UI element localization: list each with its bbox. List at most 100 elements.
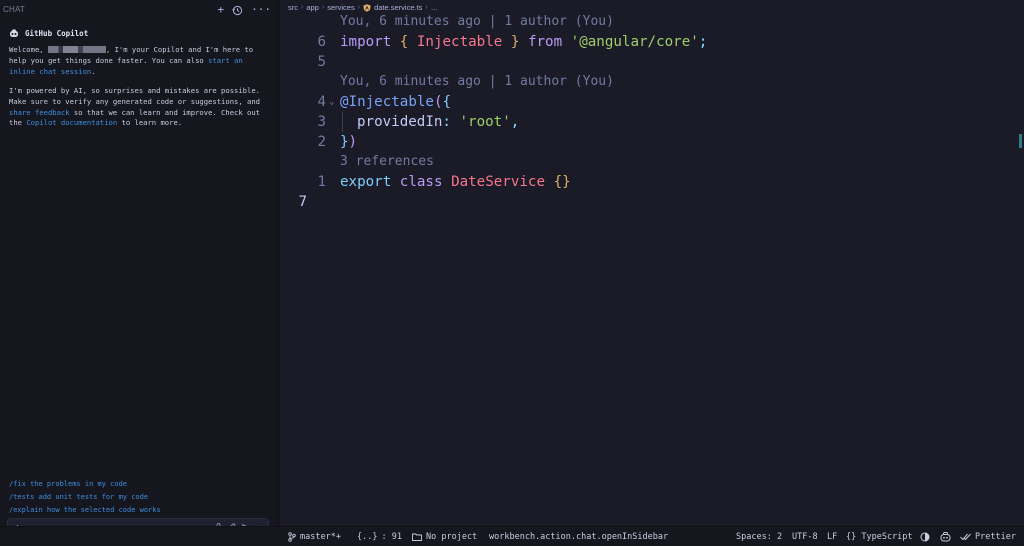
code-line: 2 }) [280, 132, 1024, 152]
status-bar: master*+ {..} : 91 No project workbench.… [0, 526, 1024, 546]
token-brace: { [399, 34, 409, 50]
breadcrumb-app[interactable]: app [306, 3, 319, 12]
token-semicolon: ; [698, 34, 708, 50]
token-string: '@angular/core' [570, 34, 699, 50]
breadcrumb-src[interactable]: src [288, 3, 298, 12]
branch-status[interactable]: master*+ [288, 532, 341, 542]
token-brace: {} [553, 174, 571, 190]
project-status[interactable]: No project [412, 532, 477, 542]
angular-service-icon [363, 3, 371, 12]
scrollbar-marker[interactable] [1019, 134, 1022, 148]
spaces-indicator: Spaces: 2 [736, 532, 783, 542]
copilot-status[interactable] [940, 532, 951, 542]
code-line: 5 [280, 52, 1024, 72]
chat-header: CHAT + ··· [0, 0, 279, 22]
token-identifier: Injectable [416, 34, 503, 50]
code-position-status[interactable]: {..} : 91 [357, 532, 402, 542]
copilot-docs-link[interactable]: Copilot documentation [26, 118, 117, 127]
copilot-name: GitHub Copilot [25, 29, 89, 38]
breadcrumb: src › app › services › date.service.ts ›… [288, 3, 438, 12]
code-text: @Injectable({ [340, 92, 451, 112]
token-brace: { [442, 94, 452, 110]
chat-title: CHAT [3, 5, 25, 14]
code-line: 4 ⌄ @Injectable({ [280, 92, 1024, 112]
line-number: 7 [298, 194, 307, 210]
code-editor[interactable]: src › app › services › date.service.ts ›… [280, 0, 1024, 526]
double-check-icon [960, 533, 971, 541]
share-feedback-link[interactable]: share feedback [9, 108, 70, 117]
contrast-icon [920, 532, 930, 542]
code-text: providedIn: 'root', [357, 112, 519, 132]
breadcrumb-more[interactable]: … [431, 3, 439, 12]
disclaimer-text-start: I'm powered by AI, so surprises and mist… [9, 86, 260, 106]
code-text: }) [340, 132, 357, 152]
copilot-heading: GitHub Copilot [9, 29, 88, 38]
indent-status[interactable]: Spaces: 2 [736, 532, 782, 542]
prettier-label: Prettier [975, 532, 1016, 542]
line-number: 1 [317, 174, 326, 190]
column-indicator: : 91 [381, 532, 402, 542]
token-import: import [340, 34, 392, 50]
token-comma: , [510, 114, 520, 130]
token-paren: ( [433, 94, 443, 110]
encoding-indicator: UTF-8 [792, 532, 818, 542]
git-branch-icon [288, 532, 296, 542]
breadcrumb-services[interactable]: services [327, 3, 355, 12]
code-text: import { Injectable } from '@angular/cor… [340, 32, 707, 52]
suggestion-fix[interactable]: /fix the problems in my code [9, 478, 161, 491]
breadcrumb-file[interactable]: date.service.ts [374, 3, 422, 12]
token-class-name: DateService [451, 174, 546, 190]
codelens-author[interactable]: You, 6 minutes ago | 1 author (You) [340, 72, 614, 92]
token-paren: ) [348, 134, 358, 150]
line-number: 5 [317, 54, 326, 70]
token-class: class [399, 174, 443, 190]
welcome-text-start: Welcome, [9, 45, 48, 54]
codelens-row: You, 6 minutes ago | 1 author (You) [280, 72, 1024, 92]
language-status[interactable]: {} TypeScript [846, 532, 913, 542]
language-indicator: {} TypeScript [846, 532, 913, 542]
token-string: 'root' [459, 114, 511, 130]
suggestion-tests[interactable]: /tests add unit tests for my code [9, 491, 161, 504]
copilot-icon [940, 532, 951, 542]
chat-sidebar: CHAT + ··· GitHub Copilot Welcome, , I'm… [0, 0, 279, 540]
codelens-row: 3 references [280, 152, 1024, 172]
last-command: workbench.action.chat.openInSidebar [489, 532, 669, 542]
line-number: 6 [317, 34, 326, 50]
code-line: 1 export class DateService {} [280, 172, 1024, 192]
codelens-row: You, 6 minutes ago | 1 author (You) [280, 12, 1024, 32]
disclaimer-message: I'm powered by AI, so surprises and mist… [9, 86, 271, 129]
fold-chevron-icon[interactable]: ⌄ [329, 92, 334, 112]
welcome-message: Welcome, , I'm your Copilot and I'm here… [9, 45, 271, 77]
project-name: No project [426, 532, 478, 542]
code-line: 6 import { Injectable } from '@angular/c… [280, 32, 1024, 52]
token-decorator: @Injectable [340, 94, 434, 110]
more-actions-button[interactable]: ··· [251, 3, 271, 17]
codelens-references[interactable]: 3 references [340, 152, 434, 172]
prettier-status[interactable]: Prettier [960, 532, 1016, 542]
code-line-current: 7 [280, 192, 1024, 212]
chevron-right-icon: › [321, 4, 325, 11]
token-brace: } [510, 34, 520, 50]
chevron-right-icon: › [357, 4, 361, 11]
chat-header-actions: + ··· [218, 3, 272, 17]
branch-name: master*+ [300, 532, 341, 542]
suggestion-list: /fix the problems in my code /tests add … [9, 478, 161, 517]
suggestion-explain[interactable]: /explain how the selected code works [9, 504, 161, 517]
copilot-icon [10, 29, 18, 37]
history-icon[interactable] [232, 5, 243, 16]
line-number: 4 [317, 94, 326, 110]
code-text: export class DateService {} [340, 172, 571, 192]
token-property: providedIn [357, 114, 443, 130]
eol-status[interactable]: LF [827, 532, 837, 542]
new-chat-button[interactable]: + [218, 3, 225, 17]
token-export: export [340, 174, 392, 190]
chevron-right-icon: › [301, 4, 304, 11]
token-colon: : [442, 114, 460, 130]
codelens-author[interactable]: You, 6 minutes ago | 1 author (You) [340, 12, 614, 32]
eol-indicator: LF [827, 532, 838, 542]
indent-guide [342, 112, 343, 132]
encoding-status[interactable]: UTF-8 [792, 532, 818, 542]
code-line: 3 providedIn: 'root', [280, 112, 1024, 132]
braces-indicator: {..} [357, 532, 378, 542]
theme-toggle[interactable] [920, 532, 930, 542]
